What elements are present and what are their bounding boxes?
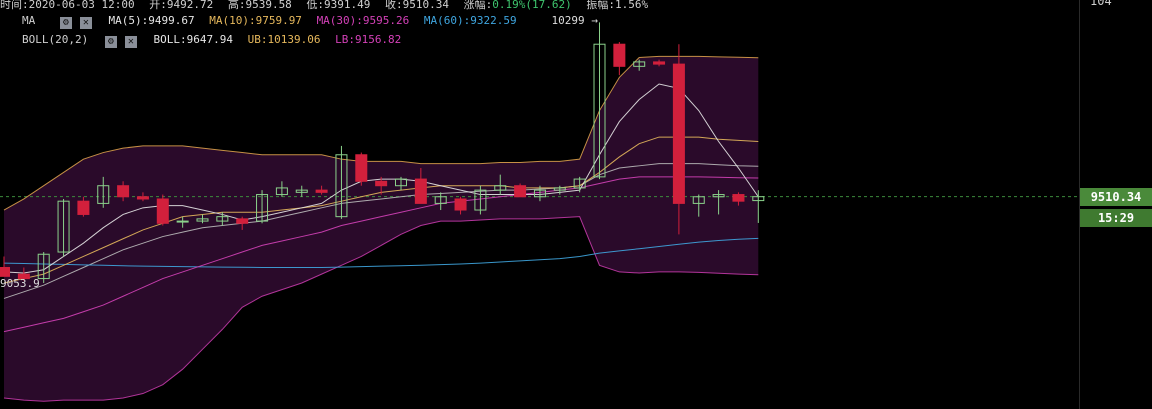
candle-body (414, 178, 427, 204)
close-icon[interactable]: ✕ (124, 36, 137, 48)
close-icon[interactable]: ✕ (79, 17, 92, 29)
lb-value: LB:9156.82 (335, 33, 402, 46)
candle-body (0, 267, 10, 277)
boll-band-fill (4, 56, 759, 402)
ma30-value: MA(30):9595.26 (316, 14, 410, 27)
candle-body (672, 63, 685, 204)
ma60-value: MA(60):9322.59 (423, 14, 517, 27)
kline-chart[interactable]: 8600.008800.009000.009200.009400.009600.… (0, 0, 1152, 409)
candle-body (514, 185, 527, 198)
low-readout: 低:9391.49 (306, 0, 371, 11)
candle-body (355, 154, 368, 182)
candle-body (176, 220, 189, 223)
countdown-badge: 15:29 (1080, 208, 1152, 227)
change-readout: 涨幅:0.19%(17.62) (464, 0, 572, 11)
candle-body (117, 185, 130, 198)
gear-icon[interactable]: ⚙ (104, 36, 117, 48)
candle-body (375, 180, 388, 187)
close-readout: 收:9510.34 (385, 0, 450, 11)
open-readout: 开:9492.72 (149, 0, 214, 11)
candle-body (136, 196, 149, 200)
ohlc-header: 时间:2020-06-03 12:00 开:9492.72 高:9539.58 … (0, 0, 656, 12)
candle-body (77, 200, 90, 215)
candle-body (454, 198, 467, 211)
boll-legend: BOLL(20,2) ⚙ ✕ BOLL:9647.94 UB:10139.06 L… (22, 33, 409, 48)
boll-label: BOLL(20,2) (22, 33, 89, 46)
high-readout: 高:9539.58 (227, 0, 292, 11)
boll-value: BOLL:9647.94 (153, 33, 233, 46)
candle-body (653, 61, 666, 65)
ma-legend: MA ⚙ ✕ MA(5):9499.67 MA(10):9759.97 MA(30… (22, 14, 525, 29)
low-marker: 9053.9 (0, 277, 40, 290)
candle-body (315, 189, 328, 193)
ma5-value: MA(5):9499.67 (108, 14, 195, 27)
ma-label: MA (22, 14, 36, 27)
amplitude-readout: 振幅:1.56% (586, 0, 649, 11)
gear-icon[interactable]: ⚙ (59, 17, 72, 29)
candle-body (732, 194, 745, 202)
candle-body (156, 198, 169, 224)
ub-value: UB:10139.06 (247, 33, 321, 46)
high-marker: 10299 → (551, 14, 598, 28)
candle-body (613, 43, 626, 67)
axis-partial-label: 104 (1090, 0, 1112, 8)
candle-body (236, 218, 249, 224)
change-label: 涨幅: (463, 0, 493, 11)
change-value: 0.19%(17.62) (492, 0, 572, 11)
ma10-value: MA(10):9759.97 (209, 14, 302, 27)
time-readout: 时间:2020-06-03 12:00 (0, 0, 135, 11)
current-price-badge: 9510.34 (1080, 187, 1152, 206)
